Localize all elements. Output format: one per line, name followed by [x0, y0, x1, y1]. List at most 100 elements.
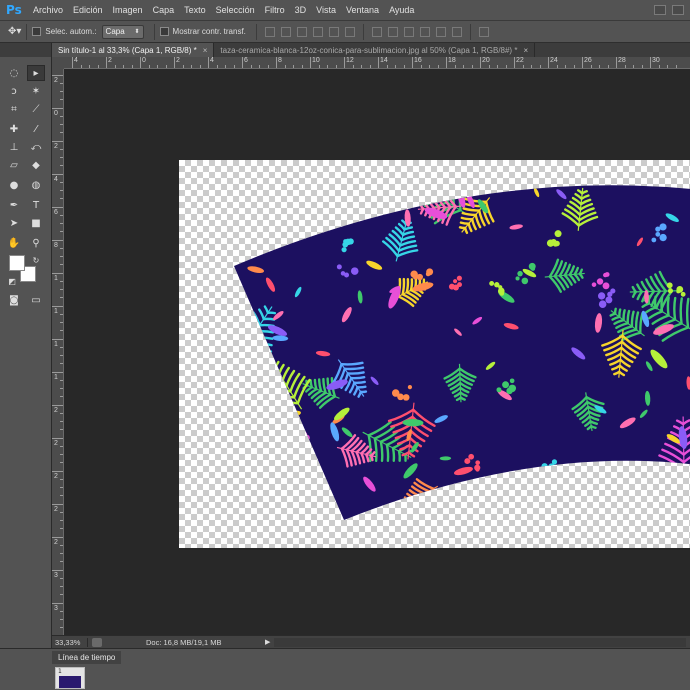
- paint-bucket-icon[interactable]: ◆: [27, 157, 45, 173]
- path-selection-icon[interactable]: ➤: [5, 215, 23, 231]
- horizontal-ruler[interactable]: 4 2 0 2 4 6 8 10 12 14 16 18 20 22 24 26 28 30: [64, 57, 690, 69]
- pen-icon[interactable]: ✒: [5, 197, 23, 213]
- menu-archivo[interactable]: Archivo: [28, 5, 68, 15]
- eyedropper-icon[interactable]: ⟋: [27, 101, 45, 117]
- berry: [605, 296, 613, 304]
- menu-ventana[interactable]: Ventana: [341, 5, 384, 15]
- berry: [680, 291, 686, 297]
- ruler-tick: [52, 207, 63, 208]
- align-left-icon[interactable]: [312, 26, 323, 37]
- distribute-top-icon[interactable]: [371, 26, 382, 37]
- ruler-tick: [52, 570, 63, 571]
- ruler-origin[interactable]: [52, 57, 64, 69]
- dodge-icon[interactable]: ◍: [27, 177, 45, 193]
- leaf: [249, 416, 266, 424]
- berry: [591, 282, 597, 287]
- menu-seleccion[interactable]: Selección: [211, 5, 260, 15]
- move-icon[interactable]: ▸: [27, 65, 45, 81]
- timeline-frame[interactable]: 1: [55, 667, 85, 689]
- healing-icon[interactable]: ✚: [5, 121, 23, 137]
- berry: [251, 372, 260, 381]
- close-icon[interactable]: ×: [203, 46, 208, 55]
- menu-filtro[interactable]: Filtro: [260, 5, 290, 15]
- document-tab-active[interactable]: Sin título-1 al 33,3% (Capa 1, RGB/8) * …: [52, 43, 215, 57]
- canvas-workspace[interactable]: [64, 69, 690, 635]
- menu-vista[interactable]: Vista: [311, 5, 341, 15]
- berry: [245, 377, 251, 382]
- menu-3d[interactable]: 3D: [290, 5, 312, 15]
- maximize-button[interactable]: [672, 5, 684, 15]
- hand-icon[interactable]: ✋: [5, 235, 23, 251]
- document-canvas[interactable]: [179, 160, 690, 548]
- align-right-icon[interactable]: [344, 26, 355, 37]
- crop-icon[interactable]: ⌗: [5, 101, 23, 117]
- ruler-number: 26: [584, 57, 592, 64]
- history-brush-icon[interactable]: ⤺: [27, 139, 45, 155]
- default-colors-icon[interactable]: ◩: [3, 273, 21, 289]
- move-tool-preset-icon[interactable]: ✥▾: [8, 26, 21, 37]
- berry: [541, 463, 548, 470]
- eraser-icon[interactable]: ▱: [5, 157, 23, 173]
- align-bottom-icon[interactable]: [296, 26, 307, 37]
- quick-mask-icon[interactable]: ◙: [5, 292, 23, 308]
- options-divider: [362, 23, 364, 40]
- menu-imagen[interactable]: Imagen: [108, 5, 148, 15]
- auto-select-label: Selec. autom.:: [45, 27, 97, 36]
- ruler-tick: [174, 57, 175, 68]
- berry: [552, 241, 559, 247]
- timeline-tab[interactable]: Línea de tiempo: [52, 651, 122, 664]
- horizontal-scrollbar[interactable]: [274, 637, 686, 647]
- transform-controls-label: Mostrar contr. transf.: [172, 27, 246, 36]
- berry: [626, 476, 634, 484]
- align-vcenter-icon[interactable]: [280, 26, 291, 37]
- clone-stamp-icon[interactable]: ⊥: [5, 139, 23, 155]
- ruler-number: 2: [54, 143, 58, 150]
- distribute-vcenter-icon[interactable]: [387, 26, 398, 37]
- menu-capa[interactable]: Capa: [148, 5, 180, 15]
- auto-align-layers-icon[interactable]: [478, 26, 489, 37]
- lasso-icon[interactable]: ↄ: [5, 83, 23, 99]
- menu-texto[interactable]: Texto: [179, 5, 211, 15]
- zoom-icon[interactable]: ⚲: [27, 235, 45, 251]
- distribute-hcenter-icon[interactable]: [435, 26, 446, 37]
- blur-icon[interactable]: ●: [5, 177, 23, 193]
- auto-select-checkbox[interactable]: [32, 27, 42, 36]
- minimize-button[interactable]: [654, 5, 666, 15]
- ruler-tick: [52, 603, 63, 604]
- rectangle-shape-icon[interactable]: ■: [27, 215, 45, 231]
- berry: [502, 381, 509, 389]
- zoom-level[interactable]: 33,33%: [52, 637, 88, 647]
- mug-wrap-artwork[interactable]: [179, 160, 690, 548]
- brush-icon[interactable]: ⁄: [27, 121, 45, 137]
- ruler-number: 2: [54, 77, 58, 84]
- distribute-left-icon[interactable]: [419, 26, 430, 37]
- screen-mode-icon[interactable]: ▭: [27, 292, 45, 308]
- distribute-bottom-icon[interactable]: [403, 26, 414, 37]
- menu-edicion[interactable]: Edición: [68, 5, 108, 15]
- marquee-icon[interactable]: ◌: [5, 65, 23, 81]
- berry: [554, 230, 562, 238]
- ruler-tick: [52, 108, 63, 109]
- status-menu-arrow[interactable]: ▶: [265, 638, 270, 646]
- close-icon[interactable]: ×: [523, 46, 528, 55]
- status-info-icon[interactable]: [92, 637, 102, 647]
- berry: [521, 277, 529, 285]
- vertical-ruler[interactable]: 202468111122222333: [52, 69, 64, 635]
- foreground-color-swatch[interactable]: [9, 255, 25, 271]
- berry: [655, 231, 661, 237]
- ruler-number: 2: [54, 407, 58, 414]
- ruler-number: 24: [550, 57, 558, 64]
- menu-ayuda[interactable]: Ayuda: [384, 5, 419, 15]
- document-tab-inactive[interactable]: taza-ceramica-blanca-12oz-conica-para-su…: [214, 43, 536, 57]
- auto-select-dropdown[interactable]: Capa ⬍: [101, 24, 144, 39]
- palm-frond: [245, 185, 283, 206]
- type-icon[interactable]: T: [27, 197, 45, 213]
- magic-wand-icon[interactable]: ✶: [27, 83, 45, 99]
- distribute-right-icon[interactable]: [451, 26, 462, 37]
- align-hcenter-icon[interactable]: [328, 26, 339, 37]
- transform-controls-checkbox[interactable]: [159, 27, 169, 36]
- ruler-number: 4: [74, 57, 78, 64]
- swap-colors-icon[interactable]: ↻: [27, 252, 45, 268]
- tools-panel-header[interactable]: [0, 43, 51, 57]
- align-top-icon[interactable]: [264, 26, 275, 37]
